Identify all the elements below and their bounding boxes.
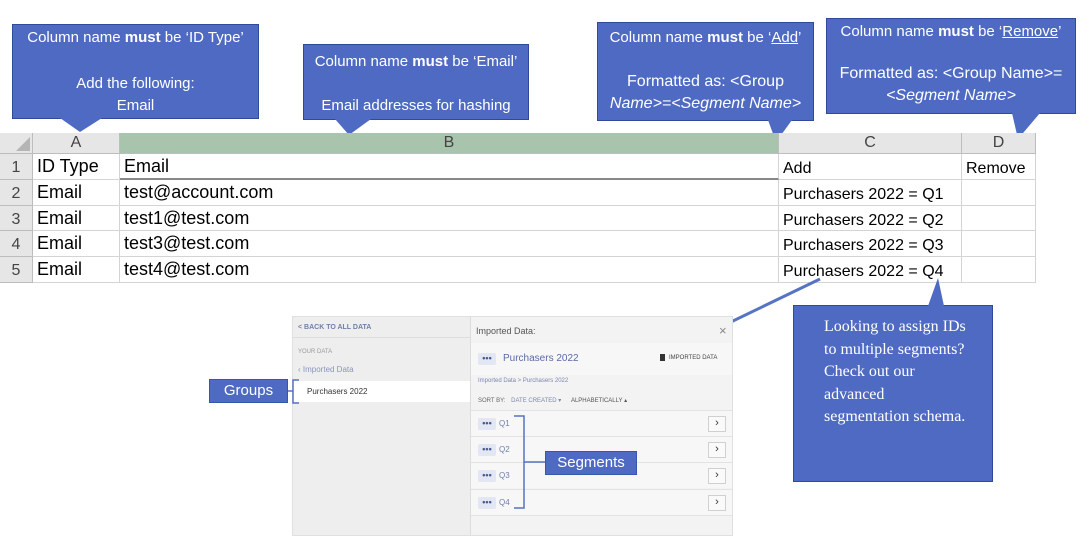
cell-d2[interactable] xyxy=(962,180,1036,206)
callout-remove: Column name must be ‘Remove’ Formatted a… xyxy=(826,18,1076,114)
cell-b4[interactable]: test3@test.com xyxy=(120,231,779,257)
cell-a5[interactable]: Email xyxy=(33,257,120,283)
sort-by-label: SORT BY: xyxy=(478,398,506,404)
cell-c3[interactable]: Purchasers 2022 = Q2 xyxy=(779,206,962,231)
segment-more-icon[interactable]: ••• xyxy=(478,470,496,482)
your-data-label: YOUR DATA xyxy=(298,349,333,355)
corner-triangle-icon xyxy=(16,137,30,151)
chevron-right-icon[interactable]: › xyxy=(708,442,726,458)
groups-bracket-icon xyxy=(288,379,299,404)
select-all-corner[interactable] xyxy=(0,133,33,154)
row-number-1[interactable]: 1 xyxy=(0,154,33,180)
cell-a3[interactable]: Email xyxy=(33,206,120,231)
cell-b5[interactable]: test4@test.com xyxy=(120,257,779,283)
column-header-b[interactable]: B xyxy=(120,133,779,154)
row-number-3[interactable]: 3 xyxy=(0,206,33,231)
cell-b3[interactable]: test1@test.com xyxy=(120,206,779,231)
segment-row-q4[interactable]: ••• Q4 › xyxy=(471,489,732,516)
group-header: ••• Purchasers 2022 IMPORTED DATA xyxy=(471,343,732,375)
cell-a4[interactable]: Email xyxy=(33,231,120,257)
breadcrumb: Imported Data > Purchasers 2022 xyxy=(478,378,569,384)
row-number-2[interactable]: 2 xyxy=(0,180,33,206)
row-number-4[interactable]: 4 xyxy=(0,231,33,257)
callout-email-line2: Email addresses for hashing xyxy=(321,97,511,114)
callout-remove-line3: <Segment Name> xyxy=(886,87,1016,104)
column-header-d[interactable]: D xyxy=(962,133,1036,154)
cell-d1[interactable]: Remove xyxy=(962,154,1036,180)
segments-bracket-icon xyxy=(514,415,546,509)
cell-b2[interactable]: test@account.com xyxy=(120,180,779,206)
panel-header: Imported Data: × xyxy=(471,317,732,344)
group-more-options-icon[interactable]: ••• xyxy=(478,353,496,365)
callout-id-type: Column name must be ‘ID Type’ Add the fo… xyxy=(12,24,259,119)
panel-header-title: Imported Data: xyxy=(476,326,536,336)
groups-label: Groups xyxy=(209,379,288,403)
cell-d5[interactable] xyxy=(962,257,1036,283)
sort-date-created[interactable]: DATE CREATED ▾ xyxy=(511,398,561,404)
cell-c1[interactable]: Add xyxy=(779,154,962,180)
cell-d3[interactable] xyxy=(962,206,1036,231)
sort-alphabetically[interactable]: ALPHABETICALLY ▴ xyxy=(571,398,627,404)
callout-add-line3: Name>=<Segment Name> xyxy=(609,95,802,112)
sidebar-item-purchasers-2022[interactable]: Purchasers 2022 xyxy=(293,381,470,402)
cell-a1[interactable]: ID Type xyxy=(33,154,120,180)
back-to-all-data-link[interactable]: < BACK TO ALL DATA xyxy=(298,324,371,331)
sort-bar: SORT BY: DATE CREATED ▾ ALPHABETICALLY ▴ xyxy=(478,397,627,404)
callout-advanced-text: Looking to assign IDs to multiple segmen… xyxy=(824,318,966,425)
sidebar-divider xyxy=(293,337,470,338)
chevron-right-icon[interactable]: › xyxy=(708,416,726,432)
callout-id-type-tail xyxy=(60,118,102,132)
callout-advanced: Looking to assign IDs to multiple segmen… xyxy=(793,305,993,482)
main-content: Imported Data: × ••• Purchasers 2022 IMP… xyxy=(471,317,732,535)
segment-label: Q1 xyxy=(499,419,510,428)
cell-a2[interactable]: Email xyxy=(33,180,120,206)
segments-label: Segments xyxy=(545,451,637,475)
segment-label: Q4 xyxy=(499,498,510,507)
segment-more-icon[interactable]: ••• xyxy=(478,497,496,509)
callout-remove-line2: Formatted as: <Group Name>= xyxy=(839,65,1063,82)
chevron-right-icon[interactable]: › xyxy=(708,468,726,484)
cell-c4[interactable]: Purchasers 2022 = Q3 xyxy=(779,231,962,257)
callout-advanced-tail xyxy=(928,278,944,306)
segment-label: Q2 xyxy=(499,445,510,454)
callout-id-type-line2: Add the following: xyxy=(76,75,195,92)
callout-add-line2: Formatted as: <Group xyxy=(627,73,784,90)
callout-email: Column name must be ‘Email’ Email addres… xyxy=(303,44,529,120)
file-icon xyxy=(660,354,665,361)
row-number-5[interactable]: 5 xyxy=(0,257,33,283)
callout-id-type-line3: Email xyxy=(116,97,155,114)
segment-row-q1[interactable]: ••• Q1 › xyxy=(471,410,732,436)
cell-d4[interactable] xyxy=(962,231,1036,257)
column-header-a[interactable]: A xyxy=(33,133,120,154)
imported-data-link[interactable]: ‹ Imported Data xyxy=(298,365,354,374)
column-header-c[interactable]: C xyxy=(779,133,962,154)
segment-more-icon[interactable]: ••• xyxy=(478,444,496,456)
sidebar-item-label: Purchasers 2022 xyxy=(307,387,368,396)
cell-c2[interactable]: Purchasers 2022 = Q1 xyxy=(779,180,962,206)
left-sidebar: < BACK TO ALL DATA YOUR DATA ‹ Imported … xyxy=(293,317,471,535)
chevron-right-icon[interactable]: › xyxy=(708,495,726,511)
cell-b1[interactable]: Email xyxy=(120,154,779,180)
group-title: Purchasers 2022 xyxy=(503,353,579,364)
segment-label: Q3 xyxy=(499,471,510,480)
imported-data-badge: IMPORTED DATA xyxy=(660,354,717,361)
segment-more-icon[interactable]: ••• xyxy=(478,418,496,430)
callout-add: Column name must be ‘Add’ Formatted as: … xyxy=(597,22,814,121)
close-icon[interactable]: × xyxy=(719,323,727,338)
